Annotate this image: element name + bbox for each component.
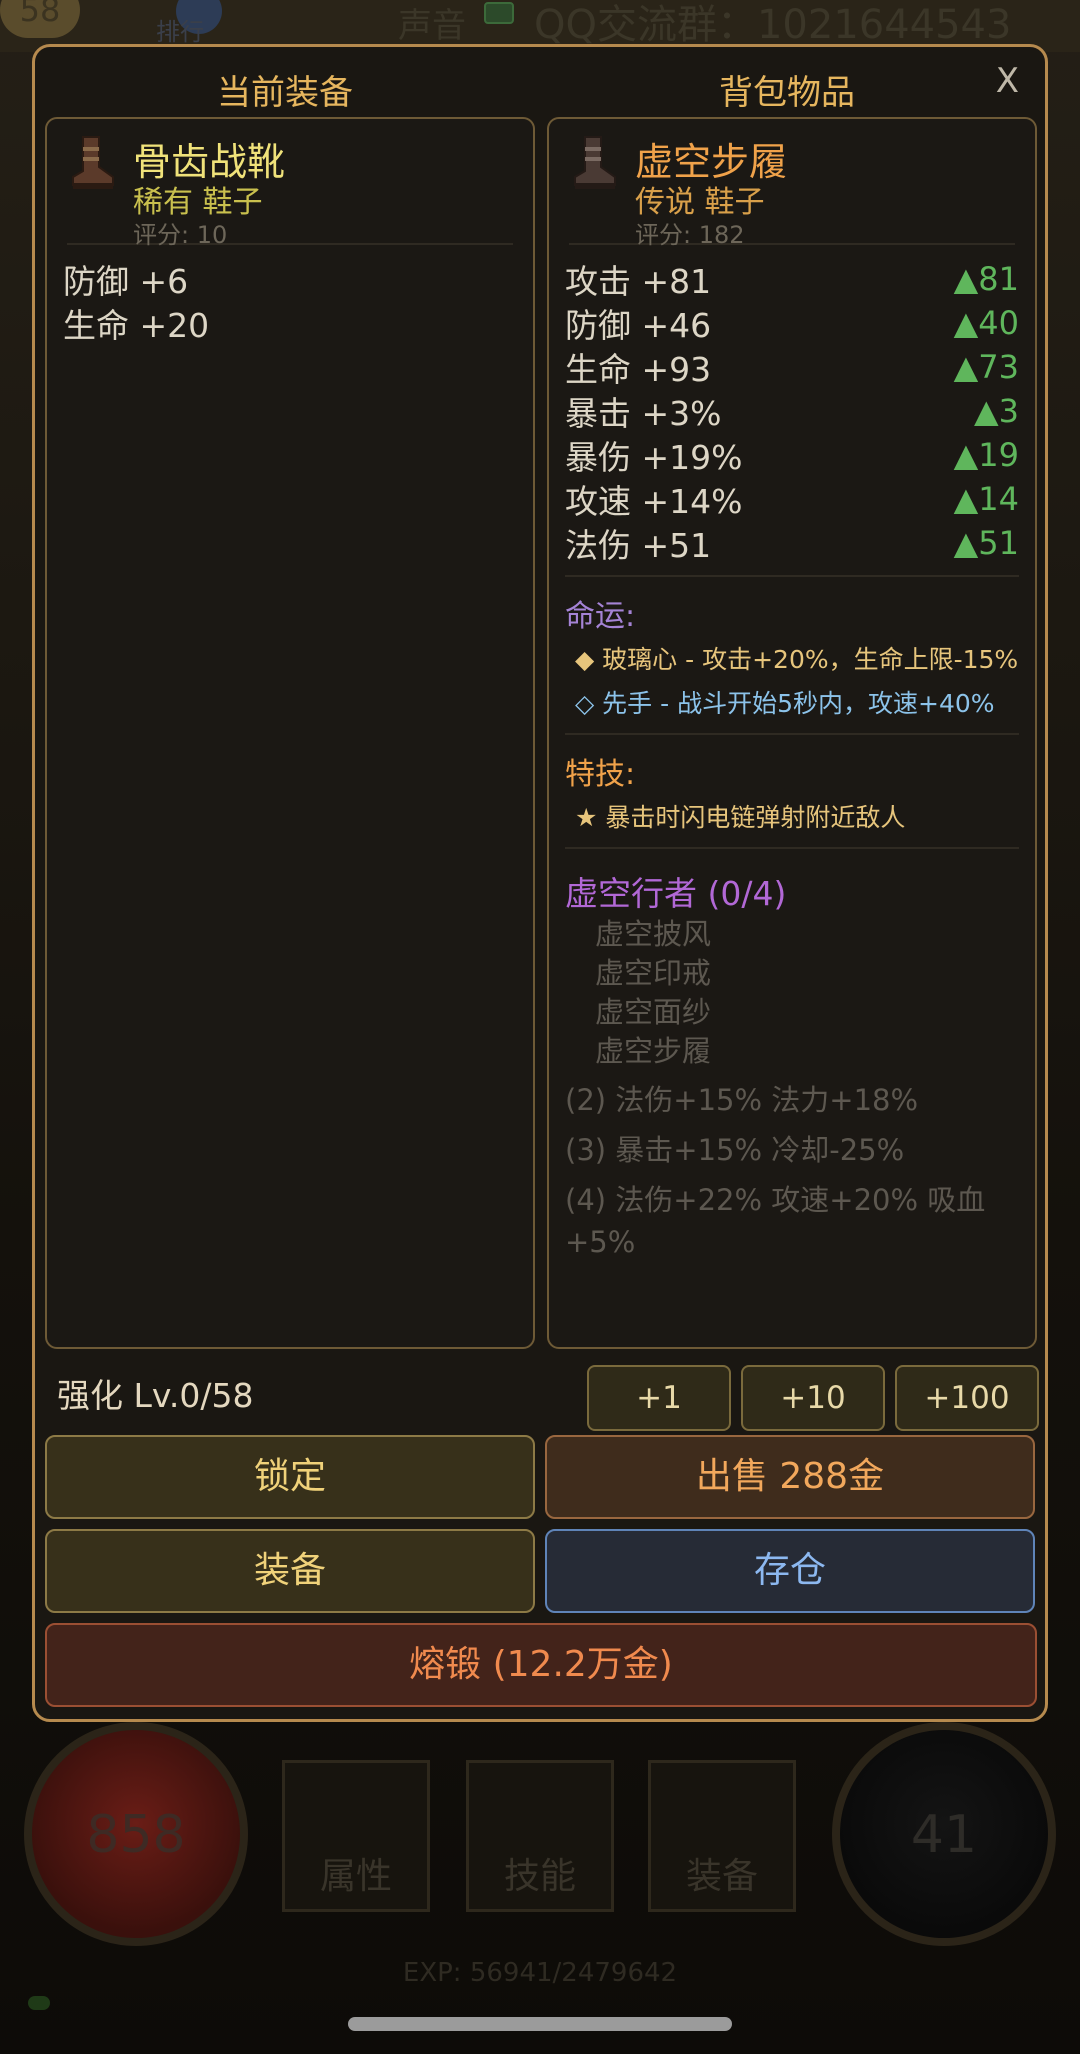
stat-row: 生命 +20: [63, 301, 517, 345]
sound-label: 声音: [398, 6, 466, 46]
set-piece: 虚空面纱: [595, 995, 712, 1029]
boot-icon: [574, 136, 616, 189]
stat-row: 防御 +6: [63, 257, 517, 301]
status-dot: [28, 1996, 50, 2010]
fate-line-glass-heart: ◆ 玻璃心 - 攻击+20%，生命上限-15%: [575, 645, 1019, 674]
stat-label: 法伤 +51: [565, 526, 712, 565]
sound-checkbox: [484, 2, 514, 24]
stat-label: 暴击 +3%: [565, 394, 722, 433]
bag-item-stats: 攻击 +81 ▲81 防御 +46 ▲40 生命 +93 ▲73 暴击 +3% ▲3 暴…: [549, 245, 1035, 565]
stat-diff: ▲73: [953, 348, 1019, 386]
set-piece: 虚空步履: [595, 1034, 712, 1068]
store-button[interactable]: 存仓: [545, 1529, 1035, 1613]
stat-label: 攻速 +14%: [565, 482, 743, 521]
upgrade-plus10-button[interactable]: +10: [741, 1365, 885, 1431]
nav-equipment-button: 装备: [648, 1760, 796, 1912]
stat-diff: ▲3: [974, 392, 1019, 430]
qq-group-text: QQ交流群：1021644543: [534, 2, 1012, 48]
equipment-compare-modal: 当前装备 背包物品 X 骨齿战靴 稀有 鞋子 评分: 10 防御 +6 生命 +…: [32, 44, 1048, 1722]
player-level-badge: 58: [0, 0, 80, 38]
nav-skills-button: 技能: [466, 1760, 614, 1912]
upgrade-level-label: 强化 Lv.0/58: [57, 1376, 254, 1415]
skill-line: ★ 暴击时闪电链弹射附近敌人: [575, 803, 906, 832]
nav-attributes-button: 属性: [282, 1760, 430, 1912]
set-bonus: (2) 法伤+15% 法力+18%: [565, 1083, 919, 1117]
mp-orb: 41: [832, 1722, 1056, 1946]
stat-row: 生命 +93 ▲73: [565, 345, 1019, 389]
bag-item-header: 虚空步履 传说 鞋子 评分: 182: [569, 119, 1015, 249]
lock-button[interactable]: 锁定: [45, 1435, 535, 1519]
hp-value: 858: [86, 1805, 186, 1865]
exp-text: EXP: 56941/2479642: [402, 1958, 678, 1988]
current-item-panel: 骨齿战靴 稀有 鞋子 评分: 10 防御 +6 生命 +20: [45, 117, 535, 1349]
upgrade-plus100-button[interactable]: +100: [895, 1365, 1039, 1431]
stat-label: 防御 +6: [63, 262, 189, 301]
close-button[interactable]: X: [996, 61, 1019, 101]
stat-row: 攻击 +81 ▲81: [565, 257, 1019, 301]
equip-button[interactable]: 装备: [45, 1529, 535, 1613]
fate-label: 命运:: [565, 599, 636, 634]
current-equipment-title: 当前装备: [217, 73, 353, 113]
bag-item-title: 背包物品: [719, 73, 855, 113]
stat-diff: ▲51: [953, 524, 1019, 562]
divider: [565, 847, 1019, 849]
sell-button[interactable]: 出售 288金: [545, 1435, 1035, 1519]
stat-label: 生命 +20: [63, 306, 210, 345]
stat-label: 暴伤 +19%: [565, 438, 743, 477]
stat-row: 暴伤 +19% ▲19: [565, 433, 1019, 477]
set-bonus: (3) 暴击+15% 冷却-25%: [565, 1133, 905, 1167]
stat-diff: ▲19: [953, 436, 1019, 474]
divider: [565, 575, 1019, 577]
stat-label: 生命 +93: [565, 350, 712, 389]
stat-label: 防御 +46: [565, 306, 712, 345]
smelt-button[interactable]: 熔锻 (12.2万金): [45, 1623, 1037, 1707]
current-item-score: 评分: 10: [133, 221, 228, 249]
divider: [565, 733, 1019, 735]
stat-diff: ▲14: [953, 480, 1019, 518]
set-piece: 虚空印戒: [595, 956, 712, 990]
home-indicator: [348, 2017, 732, 2031]
stat-row: 攻速 +14% ▲14: [565, 477, 1019, 521]
set-title: 虚空行者 (0/4): [565, 874, 787, 913]
hp-orb: 858: [24, 1722, 248, 1946]
boot-icon: [72, 136, 114, 189]
stat-row: 暴击 +3% ▲3: [565, 389, 1019, 433]
current-item-header: 骨齿战靴 稀有 鞋子 评分: 10: [67, 119, 513, 249]
mp-value: 41: [910, 1805, 978, 1865]
upgrade-plus1-button[interactable]: +1: [587, 1365, 731, 1431]
stat-row: 法伤 +51 ▲51: [565, 521, 1019, 565]
current-item-stats: 防御 +6 生命 +20: [47, 245, 533, 345]
stat-label: 攻击 +81: [565, 262, 712, 301]
skill-label: 特技:: [565, 757, 636, 792]
stat-diff: ▲81: [953, 260, 1019, 298]
stat-diff: ▲40: [953, 304, 1019, 342]
bag-item-panel: 虚空步履 传说 鞋子 评分: 182 攻击 +81 ▲81 防御 +46 ▲40 生…: [547, 117, 1037, 1349]
set-piece: 虚空披风: [595, 917, 712, 951]
bag-item-score: 评分: 182: [635, 221, 745, 249]
fate-line-first-strike: ◇ 先手 - 战斗开始5秒内，攻速+40%: [575, 689, 995, 718]
set-bonus: (4) 法伤+22% 攻速+20% 吸血+5%: [565, 1183, 986, 1259]
stat-row: 防御 +46 ▲40: [565, 301, 1019, 345]
